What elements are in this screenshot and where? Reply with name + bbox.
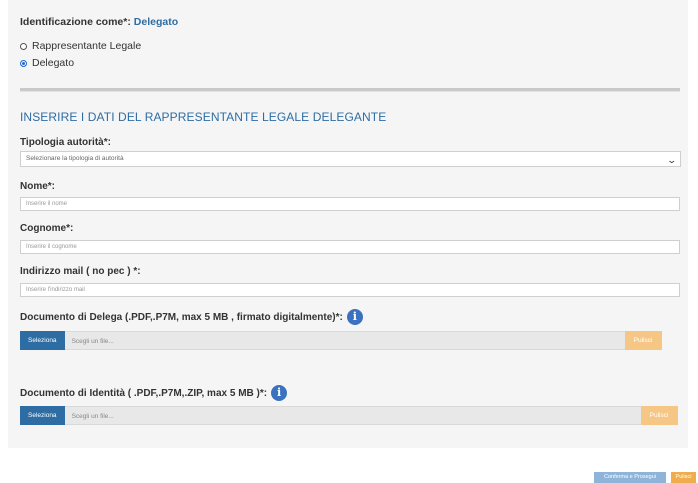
identity-doc-label: Documento di Identità ( .PDF,.P7M,.ZIP, … [20, 387, 268, 399]
delega-select-button[interactable]: Seleziona [20, 331, 65, 350]
identification-label: Identificazione come*: Delegato [20, 16, 179, 28]
identity-select-button[interactable]: Seleziona [20, 406, 65, 425]
nome-input[interactable]: Inserire il nome [20, 197, 680, 211]
authority-type-label: Tipologia autorità*: [20, 137, 111, 148]
radio-unchecked-icon[interactable] [20, 42, 27, 50]
identity-file-picker: Seleziona Scegli un file... Pulisci [20, 406, 678, 425]
radio-label: Rappresentante Legale [32, 40, 142, 52]
confirm-button[interactable]: Conferma e Prosegui [594, 472, 666, 483]
email-input[interactable]: Inserire l'indirizzo mail [20, 283, 680, 297]
radio-checked-icon[interactable] [20, 59, 27, 67]
info-icon[interactable]: i [271, 385, 288, 401]
cognome-input[interactable]: Inserire il cognome [20, 240, 680, 254]
identification-value: Delegato [133, 16, 179, 28]
chevron-down-icon: ⌄ [666, 155, 678, 165]
delega-doc-label: Documento di Delega (.PDF,.P7M, max 5 MB… [20, 311, 343, 323]
delega-clear-button[interactable]: Pulisci [624, 331, 662, 350]
cognome-label: Cognome*: [20, 223, 74, 234]
radio-label: Delegato [32, 57, 75, 69]
delega-doc-label-row: Documento di Delega (.PDF,.P7M, max 5 MB… [20, 309, 363, 325]
section-title: INSERIRE I DATI DEL RAPPRESENTANTE LEGAL… [20, 110, 387, 124]
delega-file-picker: Seleziona Scegli un file... Pulisci [20, 331, 662, 350]
delega-file-name[interactable]: Scegli un file... [64, 331, 625, 350]
info-icon[interactable]: i [346, 309, 363, 325]
radio-rappresentante-legale[interactable]: Rappresentante Legale [20, 40, 141, 52]
nome-label: Nome*: [20, 181, 56, 192]
radio-delegato[interactable]: Delegato [20, 57, 74, 69]
identity-clear-button[interactable]: Pulisci [640, 406, 678, 425]
email-label: Indirizzo mail ( no pec ) *: [20, 266, 141, 277]
section-divider [20, 88, 680, 92]
authority-type-selected: Selezionare la tipologia di autorità [26, 155, 124, 162]
identity-file-name[interactable]: Scegli un file... [64, 406, 641, 425]
footer-clear-button[interactable]: Pulisci [671, 472, 696, 483]
identity-doc-label-row: Documento di Identità ( .PDF,.P7M,.ZIP, … [20, 385, 288, 401]
form-panel [8, 0, 688, 448]
authority-type-select[interactable]: Selezionare la tipologia di autorità ⌄ [20, 151, 681, 167]
